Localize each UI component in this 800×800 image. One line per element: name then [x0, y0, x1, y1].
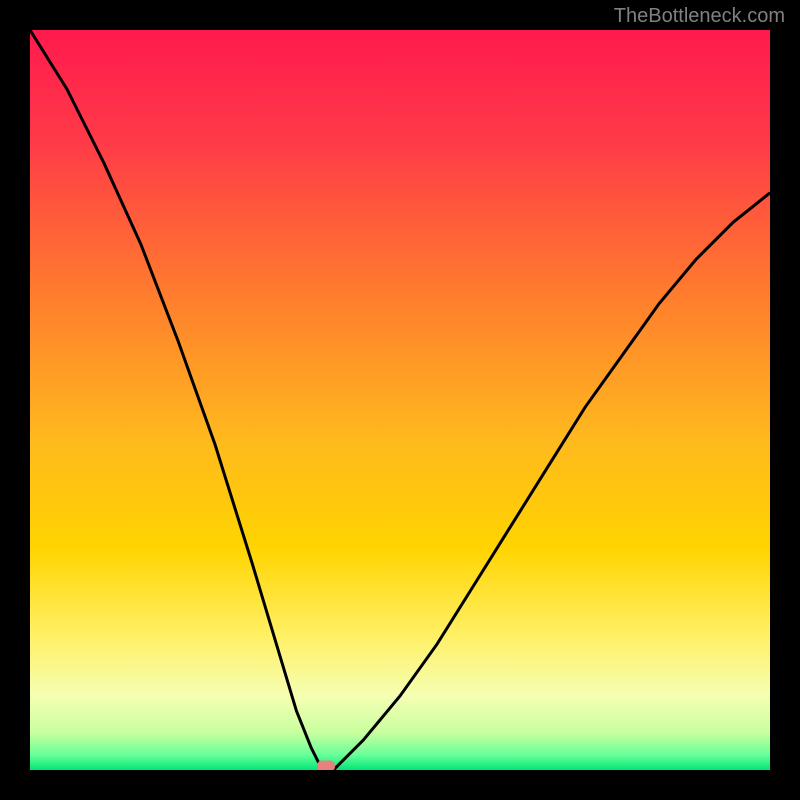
- chart-plot-area: [30, 30, 770, 770]
- watermark-text: TheBottleneck.com: [614, 5, 785, 28]
- chart-curve: [30, 30, 770, 770]
- minimum-marker: [317, 761, 335, 771]
